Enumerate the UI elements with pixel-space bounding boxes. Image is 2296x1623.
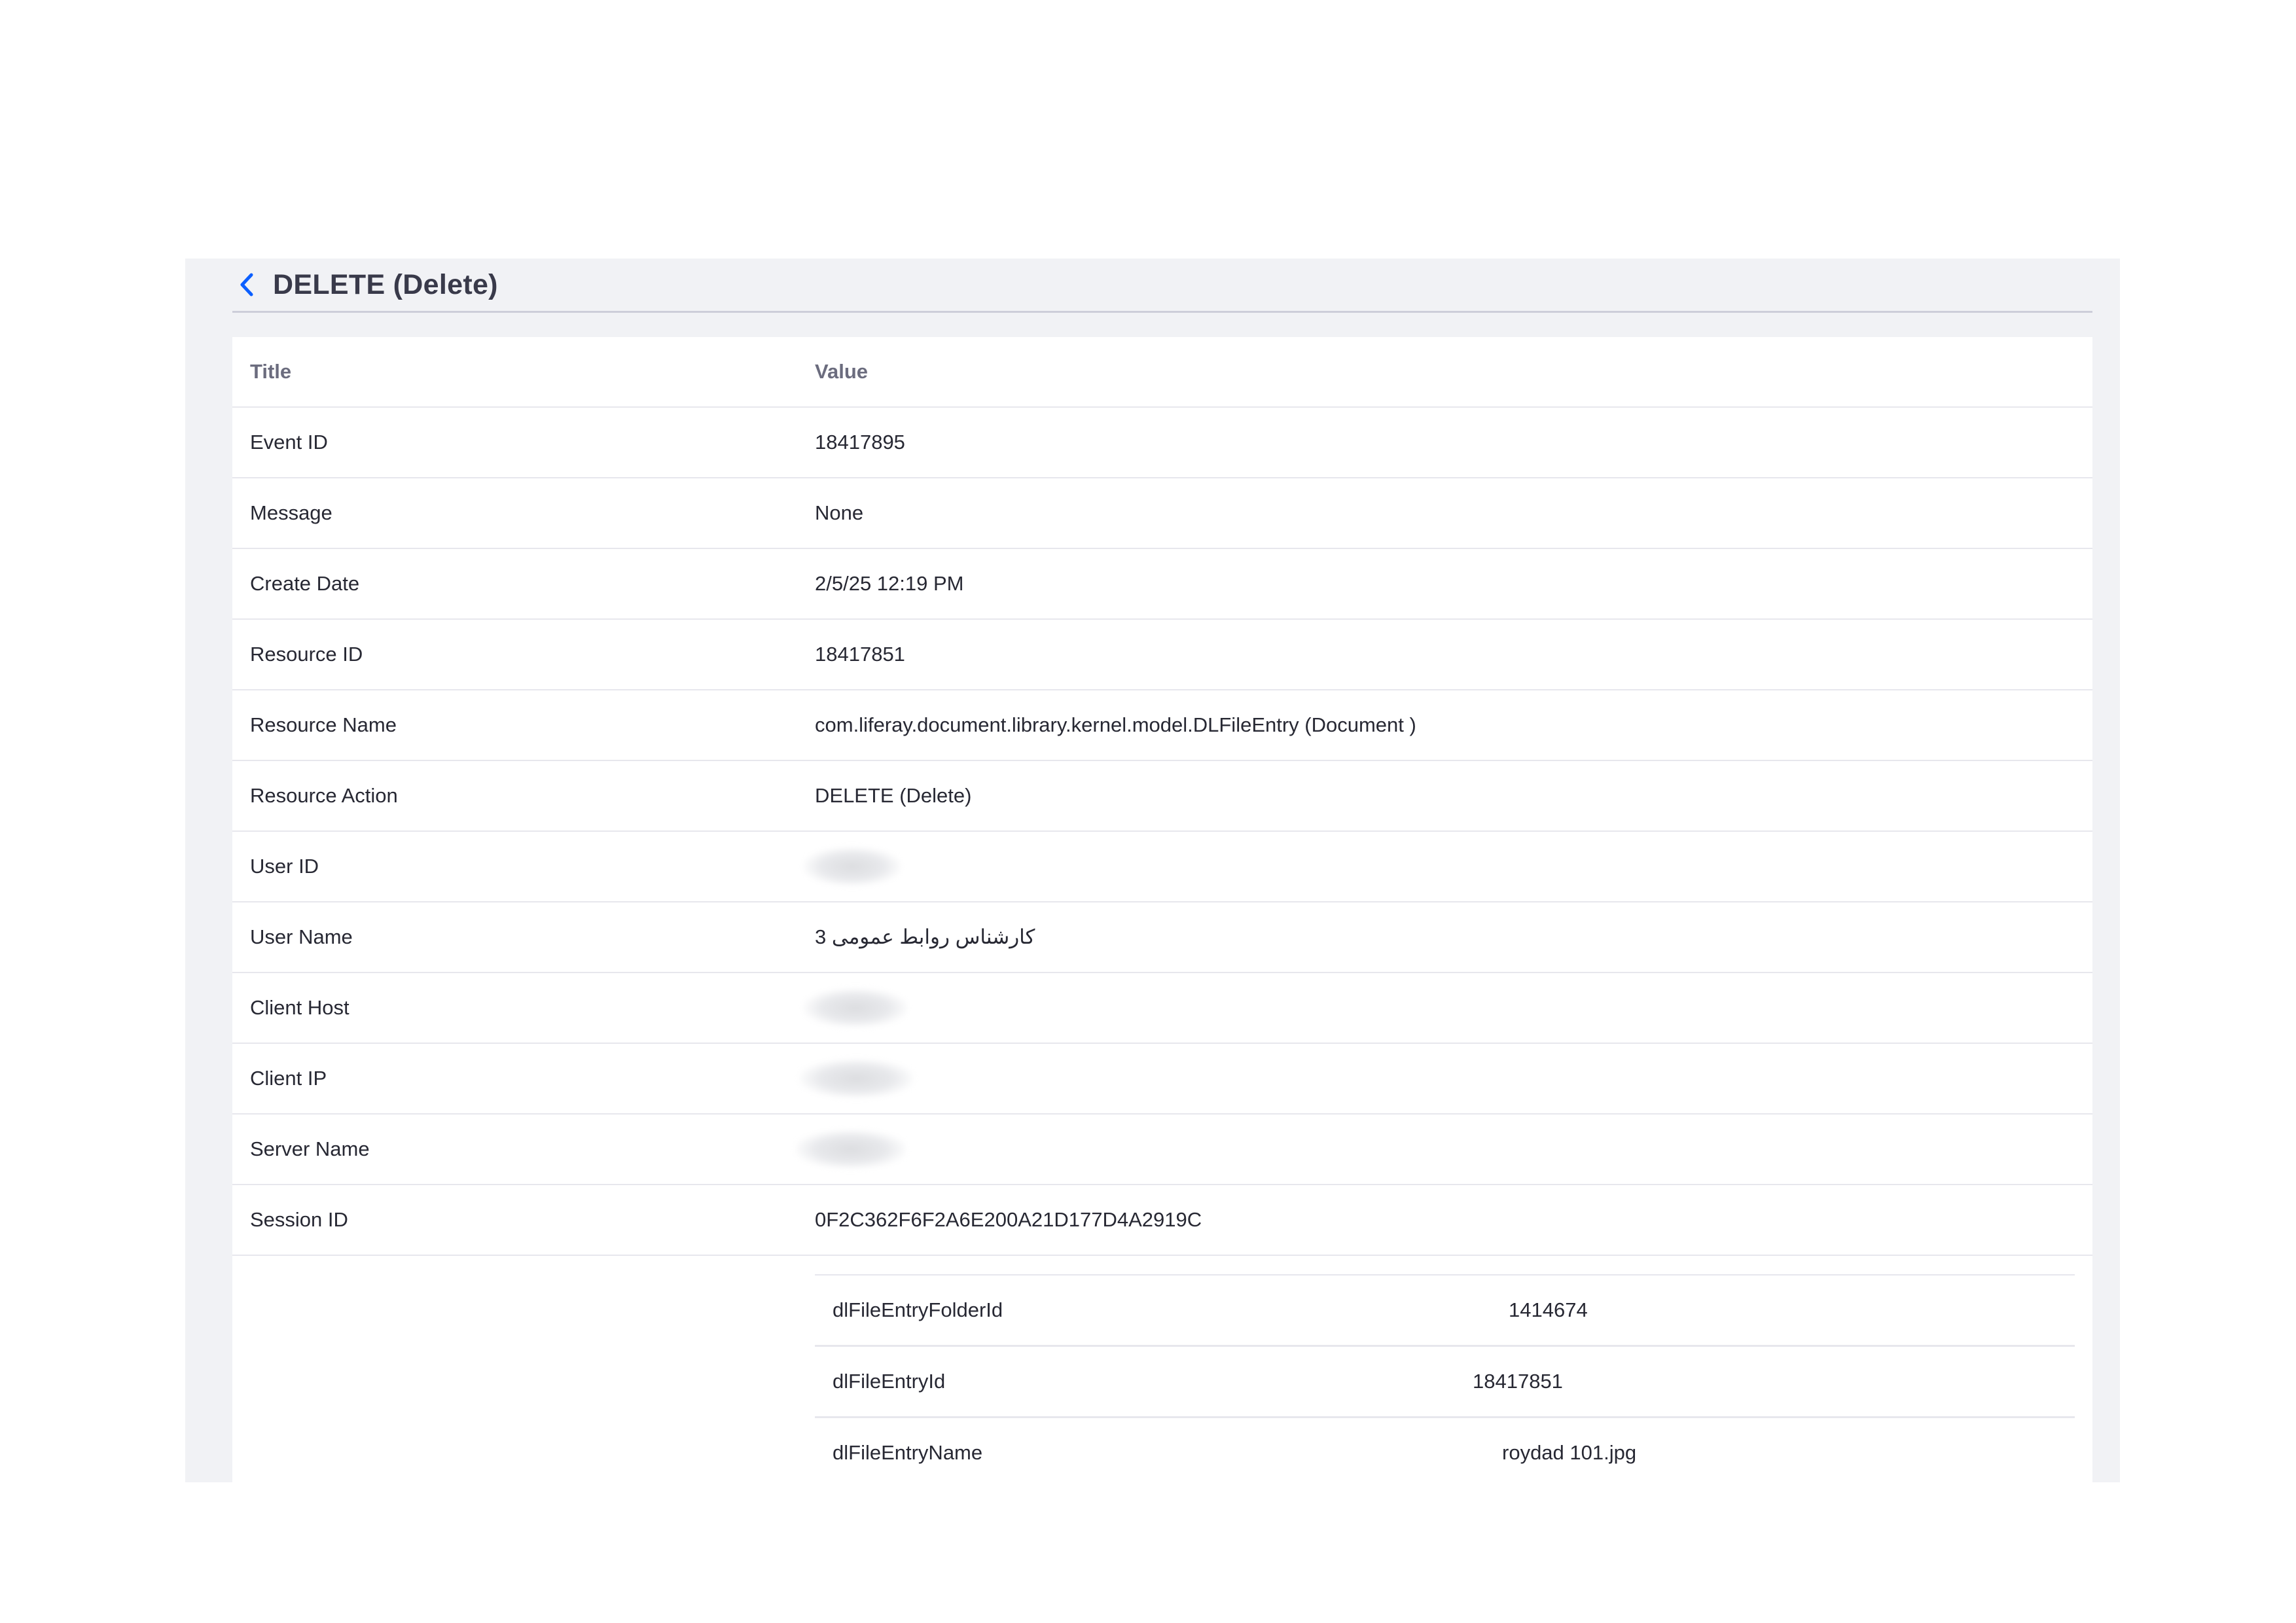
nested-key: dlFileEntryFolderId <box>833 1298 1003 1321</box>
row-title: User ID <box>250 855 319 878</box>
row-title: Resource Action <box>250 784 398 807</box>
column-header-value: Value <box>815 360 868 383</box>
additional-info-table: dlFileEntryFolderId 1414674 dlFileEntryI… <box>815 1274 2075 1482</box>
table-row-resource-id: Resource ID 18417851 <box>232 620 2092 690</box>
nested-row-entry-name: dlFileEntryName roydad 101.jpg <box>815 1418 2075 1482</box>
table-row-client-host: Client Host <box>232 973 2092 1044</box>
row-value: 18417851 <box>815 643 905 666</box>
row-title: Resource Name <box>250 713 397 736</box>
row-value: com.liferay.document.library.kernel.mode… <box>815 713 1416 736</box>
row-title: Client IP <box>250 1067 327 1090</box>
redacted-value <box>795 1130 906 1169</box>
row-title: Resource ID <box>250 643 363 666</box>
nested-value: 1414674 <box>1509 1298 1588 1321</box>
row-title: Server Name <box>250 1137 370 1160</box>
nested-value: roydad 101.jpg <box>1502 1441 1637 1464</box>
redacted-value <box>799 1059 914 1098</box>
row-title: Message <box>250 501 332 524</box>
row-title: Client Host <box>250 996 350 1019</box>
page-title: DELETE (Delete) <box>273 268 498 300</box>
row-value: کارشناس روابط عمومی 3 <box>815 925 1035 948</box>
table-row-event-id: Event ID 18417895 <box>232 408 2092 478</box>
event-details-table: Title Value Event ID 18417895 Message No… <box>232 337 2092 1482</box>
table-row-message: Message None <box>232 478 2092 549</box>
row-value: 0F2C362F6F2A6E200A21D177D4A2919C <box>815 1208 1202 1231</box>
row-title: Create Date <box>250 572 360 595</box>
audit-event-panel: DELETE (Delete) Title Value Event ID 184… <box>185 259 2120 1482</box>
row-value: 18417895 <box>815 431 905 454</box>
redacted-value <box>803 847 901 886</box>
row-value: None <box>815 501 864 524</box>
table-row-session-id: Session ID 0F2C362F6F2A6E200A21D177D4A29… <box>232 1185 2092 1256</box>
table-row-resource-action: Resource Action DELETE (Delete) <box>232 761 2092 832</box>
table-row-user-name: User Name کارشناس روابط عمومی 3 <box>232 902 2092 973</box>
nested-key: dlFileEntryId <box>833 1370 946 1393</box>
table-row-create-date: Create Date 2/5/25 12:19 PM <box>232 549 2092 620</box>
chevron-left-icon[interactable] <box>232 270 261 299</box>
table-row-server-name: Server Name <box>232 1115 2092 1185</box>
row-value: 2/5/25 12:19 PM <box>815 572 964 595</box>
additional-info-row: dlFileEntryFolderId 1414674 dlFileEntryI… <box>232 1256 2092 1482</box>
nested-row-entry-id: dlFileEntryId 18417851 <box>815 1347 2075 1418</box>
row-value: DELETE (Delete) <box>815 784 972 807</box>
table-row-resource-name: Resource Name com.liferay.document.libra… <box>232 690 2092 761</box>
table-header-row: Title Value <box>232 337 2092 408</box>
row-title: Event ID <box>250 431 328 454</box>
row-title: User Name <box>250 925 353 948</box>
row-title: Session ID <box>250 1208 348 1231</box>
table-row-user-id: User ID <box>232 832 2092 902</box>
panel-header: DELETE (Delete) <box>232 259 2092 313</box>
nested-value: 18417851 <box>1473 1370 1563 1393</box>
nested-key: dlFileEntryName <box>833 1441 983 1464</box>
column-header-title: Title <box>250 360 292 383</box>
nested-row-folder-id: dlFileEntryFolderId 1414674 <box>815 1275 2075 1347</box>
redacted-value <box>803 988 908 1027</box>
table-row-client-ip: Client IP <box>232 1044 2092 1115</box>
